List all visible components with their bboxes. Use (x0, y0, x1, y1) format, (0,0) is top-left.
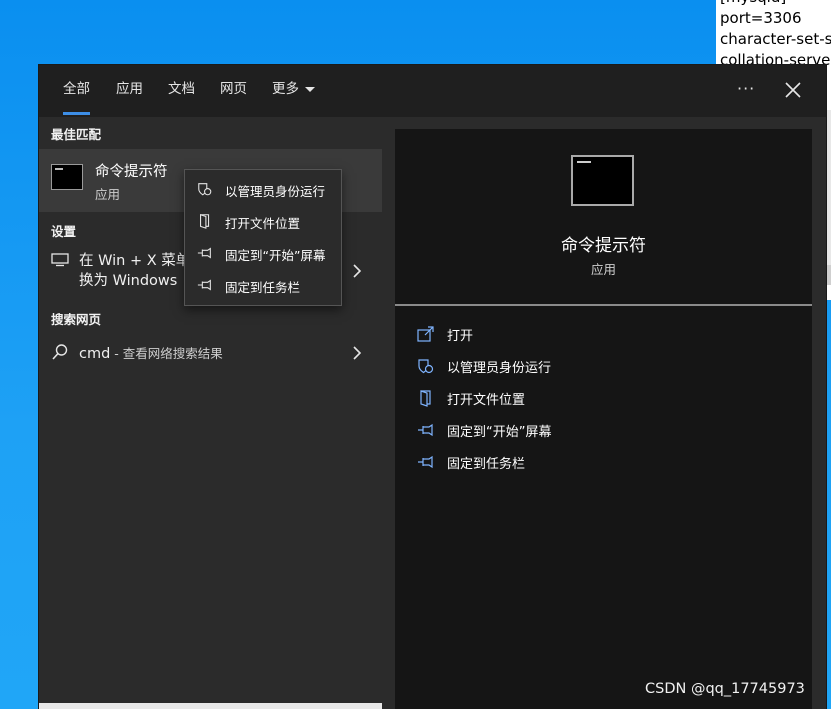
web-search-query: cmd (79, 346, 111, 362)
pin-icon (418, 455, 433, 469)
more-options-button[interactable]: ··· (737, 79, 755, 98)
cmd-icon (51, 164, 83, 190)
preview-divider (395, 304, 812, 306)
chevron-right-icon (353, 346, 362, 360)
action-label: 打开文件位置 (447, 393, 526, 408)
action-label: 固定到“开始”屏幕 (447, 425, 552, 440)
preview-subtitle: 应用 (590, 262, 616, 277)
action-label: 以管理员身份运行 (447, 361, 552, 376)
tab-label: 应用 (116, 81, 143, 97)
best-match-header: 最佳匹配 (51, 127, 102, 142)
file-icon (200, 214, 210, 229)
file-icon (420, 390, 431, 407)
ctx-run-as-admin[interactable]: 以管理员身份运行 (185, 173, 341, 205)
ctx-label: 固定到“开始”屏幕 (225, 248, 326, 263)
ctx-label: 固定到任务栏 (225, 280, 301, 295)
tab-label: 文档 (168, 81, 195, 97)
cmd-icon-large (571, 155, 634, 206)
ctx-pin-to-taskbar[interactable]: 固定到任务栏 (185, 269, 341, 301)
web-search-suffix: - 查看网络搜索结果 (110, 346, 223, 361)
chevron-right-icon (353, 264, 362, 278)
tab-label: 全部 (63, 81, 90, 97)
settings-item-line1: 在 Win + X 菜单 (79, 253, 191, 269)
web-search-header: 搜索网页 (51, 312, 102, 327)
best-match-subtitle: 应用 (95, 187, 121, 202)
bg-text-line: port=3306 (720, 9, 802, 27)
pin-icon (197, 279, 211, 291)
settings-header: 设置 (51, 224, 77, 239)
ctx-pin-to-start[interactable]: 固定到“开始”屏幕 (185, 237, 341, 269)
action-label: 固定到任务栏 (447, 457, 526, 472)
open-icon (417, 326, 434, 342)
shield-icon (198, 183, 212, 196)
bg-text-line: character-set-s (720, 30, 831, 48)
close-button[interactable] (780, 77, 806, 103)
settings-item-line2: 换为 Windows (79, 273, 178, 289)
tab-web[interactable]: 网页 (220, 65, 247, 117)
tab-label: 更多 (272, 81, 299, 97)
monitor-icon (51, 253, 69, 267)
chevron-down-icon (305, 86, 315, 92)
watermark: CSDN @qq_17745973 (645, 681, 805, 697)
start-search-panel: 全部 应用 文档 网页 更多 ··· 最佳匹配 命令提示符 应用 设置 在 Wi… (39, 65, 826, 709)
tab-label: 网页 (220, 81, 247, 97)
pin-icon (418, 423, 433, 437)
shield-icon (418, 359, 434, 374)
tab-apps[interactable]: 应用 (116, 65, 143, 117)
action-label: 打开 (447, 329, 474, 344)
bg-text-line: [mysqld] (716, 0, 831, 8)
search-box-edge[interactable] (39, 703, 382, 709)
web-search-item[interactable]: cmd - 查看网络搜索结果 (39, 339, 382, 369)
pin-icon (197, 247, 211, 259)
search-icon (52, 344, 68, 360)
tab-documents[interactable]: 文档 (168, 65, 195, 117)
context-menu: 以管理员身份运行 打开文件位置 固定到“开始”屏幕 固定到任务栏 (184, 169, 342, 306)
best-match-title: 命令提示符 (95, 164, 168, 180)
web-search-text: cmd - 查看网络搜索结果 (79, 343, 223, 362)
tab-more[interactable]: 更多 (272, 65, 315, 117)
ctx-label: 以管理员身份运行 (225, 184, 326, 199)
ctx-open-file-location[interactable]: 打开文件位置 (185, 205, 341, 237)
close-icon (785, 82, 801, 98)
search-tabs-bar: 全部 应用 文档 网页 更多 ··· (39, 65, 826, 117)
ctx-label: 打开文件位置 (225, 216, 301, 231)
preview-pane: 命令提示符 应用 打开 以管理员身份运行 打开文件位置 固定到“开始”屏幕 固定… (395, 129, 812, 709)
tab-all[interactable]: 全部 (63, 65, 90, 117)
preview-title: 命令提示符 (561, 236, 646, 256)
